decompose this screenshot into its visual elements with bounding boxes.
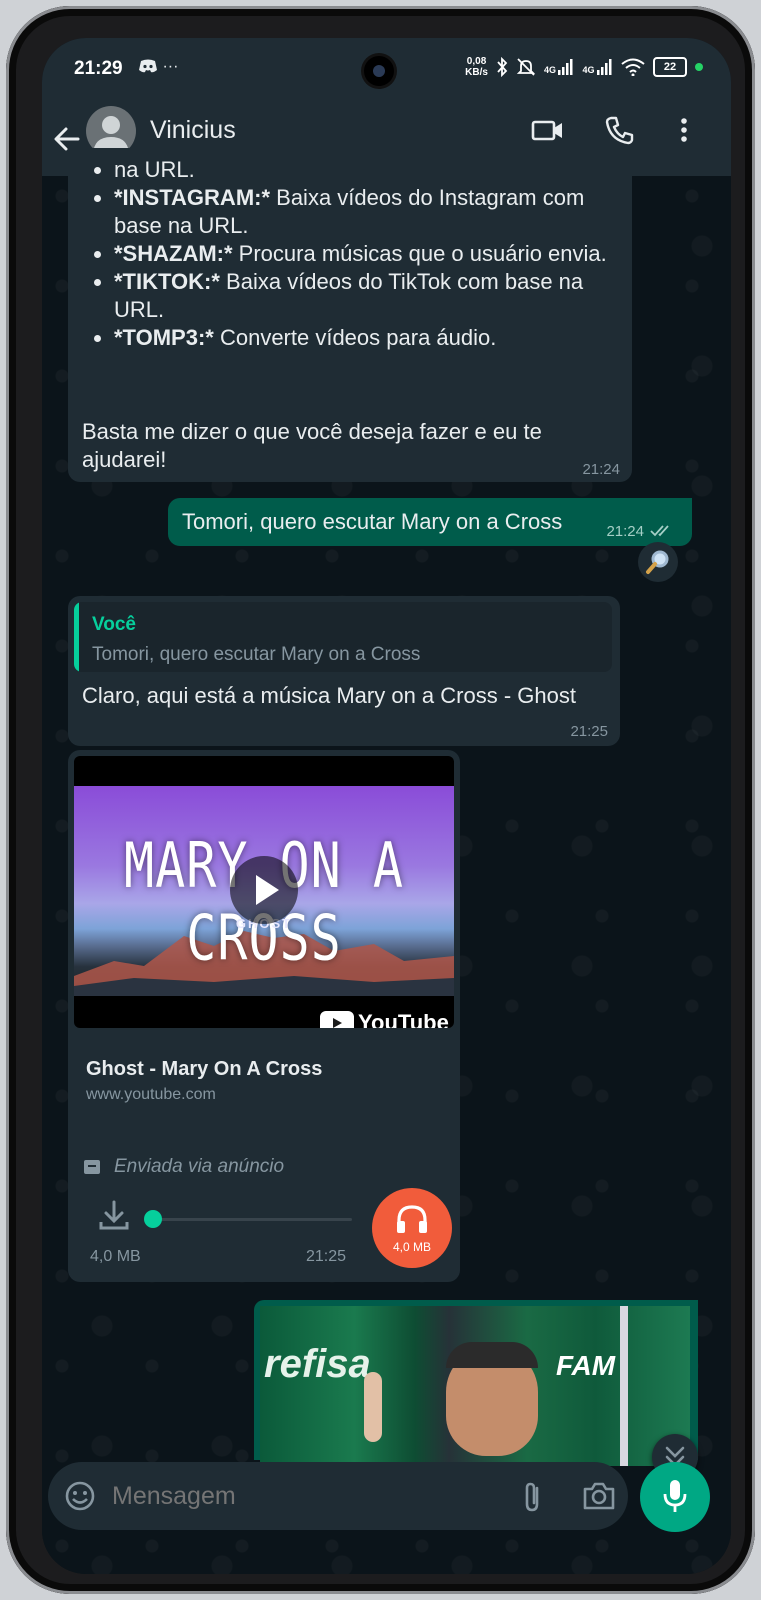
double-check-icon <box>650 525 669 537</box>
status-bar: 21:29 ··· 0,08 KB/s 4G 4G 22 <box>42 38 731 102</box>
message-time: 21:25 <box>570 723 608 740</box>
download-icon[interactable] <box>96 1198 132 1234</box>
bluetooth-icon <box>497 57 508 77</box>
battery-indicator: 22 <box>653 57 687 77</box>
net-speed-value: 0,08 <box>466 56 487 67</box>
message-photo[interactable]: refisa FAM <box>254 1300 698 1466</box>
list-item-text: Converte vídeos para áudio. <box>213 325 497 350</box>
youtube-logo: YouTube <box>320 1010 449 1028</box>
notifications-off-icon <box>516 58 536 76</box>
screen: 21:29 ··· 0,08 KB/s 4G 4G 22 Vinicius • … <box>42 38 731 1574</box>
search-message-button[interactable] <box>638 542 678 582</box>
microphone-icon <box>663 1480 687 1512</box>
audio-play-button[interactable]: 4,0 MB <box>372 1188 452 1268</box>
quoted-message[interactable]: Você Tomori, quero escutar Mary on a Cro… <box>74 602 612 672</box>
signal-4g-2: 4G <box>582 59 613 75</box>
more-options-button[interactable] <box>666 112 702 148</box>
signal-label-1: 4G <box>543 65 556 75</box>
audio-button-size: 4,0 MB <box>392 1240 431 1254</box>
voice-record-button[interactable] <box>640 1462 710 1532</box>
list-item: na URL. <box>114 156 632 184</box>
message-time: 21:25 <box>306 1248 347 1265</box>
quote-text: Tomori, quero escutar Mary on a Cross <box>92 644 421 665</box>
photo-image[interactable]: refisa FAM <box>260 1306 690 1466</box>
ad-label-row: Enviada via anúncio <box>82 1156 284 1178</box>
person-hair <box>446 1342 538 1368</box>
play-button[interactable] <box>230 856 298 924</box>
status-right-icons: 0,08 KB/s 4G 4G 22 <box>465 56 703 78</box>
message-outgoing[interactable]: Tomori, quero escutar Mary on a Cross 21… <box>168 498 692 546</box>
list-item-text: na URL. <box>114 157 195 182</box>
magnifier-icon <box>646 550 669 574</box>
video-thumbnail[interactable]: MARY ON A CROSS GHOST YouTube <box>74 756 454 1028</box>
message-reply[interactable]: Você Tomori, quero escutar Mary on a Cro… <box>68 596 620 746</box>
audio-progress-handle[interactable] <box>144 1210 162 1228</box>
front-camera <box>364 56 394 86</box>
jersey-text-right: FAM <box>556 1350 616 1381</box>
ad-label: Enviada via anúncio <box>114 1156 285 1177</box>
message-time: 21:24 <box>582 461 620 478</box>
status-notification-icons: ··· <box>138 58 178 76</box>
phone-call-icon <box>605 116 634 145</box>
bot-menu-list: na URL. *INSTAGRAM:* Baixa vídeos do Ins… <box>68 148 632 352</box>
message-text: Basta me dizer o que você deseja fazer e… <box>82 419 542 472</box>
list-item-bold: *TOMP3:* <box>114 325 214 350</box>
audio-progress-track[interactable] <box>152 1218 352 1221</box>
message-audio-card[interactable]: MARY ON A CROSS GHOST YouTube Ghost - Ma… <box>68 750 460 1282</box>
list-item: *TIKTOK:* Baixa vídeos do TikTok com bas… <box>114 268 632 324</box>
camera-icon[interactable] <box>582 1480 616 1512</box>
message-input-bar <box>48 1462 628 1530</box>
ad-archive-icon <box>84 1160 100 1174</box>
list-item-text: Procura músicas que o usuário envia. <box>232 241 607 266</box>
jersey-text-left: refisa <box>264 1342 371 1386</box>
voice-call-button[interactable] <box>602 112 638 148</box>
attach-icon[interactable] <box>516 1480 548 1514</box>
phone-frame: 21:29 ··· 0,08 KB/s 4G 4G 22 Vinicius • … <box>6 6 755 1594</box>
signal-label-2: 4G <box>582 65 595 75</box>
list-item: *TOMP3:* Converte vídeos para áudio. <box>114 324 632 352</box>
message-text: Tomori, quero escutar Mary on a Cross <box>182 509 563 534</box>
youtube-play-icon <box>320 1011 354 1028</box>
discord-icon <box>139 59 157 73</box>
net-speed: 0,08 KB/s <box>465 56 488 78</box>
list-item: *INSTAGRAM:* Baixa vídeos do Instagram c… <box>114 184 632 240</box>
wifi-icon <box>621 58 645 76</box>
privacy-indicator-dot <box>695 63 703 71</box>
youtube-wordmark: YouTube <box>358 1010 449 1028</box>
message-input[interactable] <box>112 1482 492 1511</box>
video-call-icon <box>531 120 562 141</box>
signal-bars-icon <box>558 59 573 75</box>
emoji-icon[interactable] <box>64 1480 96 1512</box>
contact-name[interactable]: Vinicius <box>150 116 236 145</box>
play-icon <box>256 875 279 905</box>
link-title[interactable]: Ghost - Mary On A Cross <box>86 1058 322 1081</box>
audio-file-size: 4,0 MB <box>90 1248 141 1265</box>
list-item-bold: *INSTAGRAM:* <box>114 185 271 210</box>
message-time: 21:24 <box>606 523 644 540</box>
raised-finger <box>364 1372 382 1442</box>
list-item-bold: *TIKTOK:* <box>114 269 220 294</box>
message-text: Claro, aqui está a música Mary on a Cros… <box>82 683 576 708</box>
net-speed-unit: KB/s <box>465 67 488 78</box>
list-item-bold: *SHAZAM:* <box>114 241 233 266</box>
link-url[interactable]: www.youtube.com <box>86 1086 216 1104</box>
more-vert-icon <box>681 118 687 142</box>
quote-accent-bar <box>74 602 79 672</box>
video-call-button[interactable] <box>530 112 566 148</box>
headphones-icon <box>397 1205 427 1233</box>
more-notifications-indicator: ··· <box>162 58 179 75</box>
medal-ribbon <box>620 1306 628 1466</box>
quote-author: Você <box>92 614 137 635</box>
signal-bars-icon <box>597 59 612 75</box>
list-item: *SHAZAM:* Procura músicas que o usuário … <box>114 240 632 268</box>
message-bot-menu[interactable]: na URL. *INSTAGRAM:* Baixa vídeos do Ins… <box>68 148 632 482</box>
status-time: 21:29 <box>74 58 123 79</box>
signal-4g-1: 4G <box>544 59 575 75</box>
